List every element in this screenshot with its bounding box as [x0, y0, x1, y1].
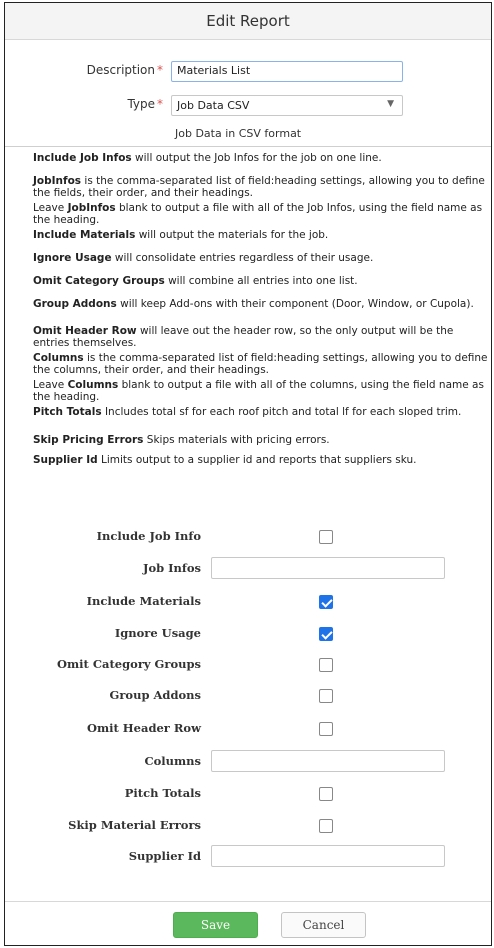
help-term: Ignore Usage — [33, 252, 112, 264]
group-addons-checkbox[interactable] — [319, 689, 333, 703]
help-paragraph: Leave Columns blank to output a file wit… — [33, 379, 484, 403]
help-term: JobInfos — [33, 175, 82, 187]
help-term: Include Job Infos — [33, 152, 132, 164]
help-term: Columns — [33, 352, 84, 364]
include-job-info-label: Include Job Info — [96, 529, 201, 543]
type-label: Type * — [127, 97, 163, 111]
pitch-totals-checkbox[interactable] — [319, 787, 333, 801]
omit-category-groups-label: Omit Category Groups — [57, 657, 201, 671]
skip-material-errors-checkbox[interactable] — [319, 819, 333, 833]
description-label: Description * — [86, 63, 163, 77]
chevron-down-icon: ▼ — [387, 99, 394, 109]
help-paragraph: Omit Category Groups will combine all en… — [33, 275, 358, 287]
save-button[interactable]: Save — [173, 912, 258, 938]
type-select-value: Job Data CSV — [177, 99, 250, 112]
type-description: Job Data in CSV format — [175, 127, 302, 140]
help-paragraph: Include Job Infos will output the Job In… — [33, 152, 382, 164]
help-term: Omit Header Row — [33, 325, 137, 337]
help-paragraph: JobInfos is the comma-separated list of … — [33, 175, 485, 199]
group-addons-label: Group Addons — [109, 688, 201, 702]
job-infos-label: Job Infos — [143, 561, 201, 575]
required-marker: * — [157, 63, 163, 77]
omit-header-row-checkbox[interactable] — [319, 722, 333, 736]
help-term: Group Addons — [33, 298, 117, 310]
help-term: Skip Pricing Errors — [33, 434, 144, 446]
job-infos-input[interactable] — [211, 557, 445, 579]
include-job-info-checkbox[interactable] — [319, 530, 333, 544]
cancel-button[interactable]: Cancel — [281, 912, 366, 938]
dialog-footer: Save Cancel — [5, 901, 491, 945]
divider — [5, 146, 491, 147]
columns-input[interactable] — [211, 750, 445, 772]
help-paragraph: Columns is the comma-separated list of f… — [33, 352, 488, 376]
help-paragraph: Skip Pricing Errors Skips materials with… — [33, 434, 330, 446]
help-term: Pitch Totals — [33, 406, 102, 418]
columns-label: Columns — [144, 754, 201, 768]
help-paragraph: Supplier Id Limits output to a supplier … — [33, 454, 417, 466]
help-paragraph: Pitch Totals Includes total sf for each … — [33, 406, 462, 418]
pitch-totals-label: Pitch Totals — [124, 786, 201, 800]
help-paragraph: Include Materials will output the materi… — [33, 229, 329, 241]
omit-header-row-label: Omit Header Row — [86, 721, 201, 735]
supplier-id-input[interactable] — [211, 845, 445, 867]
edit-report-dialog: Edit Report Description * Materials List … — [4, 2, 492, 946]
ignore-usage-label: Ignore Usage — [114, 626, 201, 640]
ignore-usage-checkbox[interactable] — [319, 627, 333, 641]
help-term: Omit Category Groups — [33, 275, 165, 287]
help-paragraph: Ignore Usage will consolidate entries re… — [33, 252, 374, 264]
help-paragraph: Omit Header Row will leave out the heade… — [33, 325, 454, 349]
required-marker: * — [157, 97, 163, 111]
omit-category-groups-checkbox[interactable] — [319, 658, 333, 672]
help-term: Columns — [67, 379, 119, 391]
dialog-title: Edit Report — [5, 3, 491, 40]
description-input[interactable]: Materials List — [171, 61, 403, 82]
skip-material-errors-label: Skip Material Errors — [68, 818, 201, 832]
help-paragraph: Leave JobInfos blank to output a file wi… — [33, 202, 483, 226]
help-term: Supplier Id — [33, 454, 98, 466]
include-materials-label: Include Materials — [86, 594, 201, 608]
type-select[interactable]: Job Data CSV ▼ — [171, 95, 403, 116]
include-materials-checkbox[interactable] — [319, 595, 333, 609]
supplier-id-label: Supplier Id — [128, 849, 201, 863]
help-paragraph: Group Addons will keep Add-ons with thei… — [33, 298, 474, 310]
help-term: Include Materials — [33, 229, 136, 241]
help-term: JobInfos — [67, 202, 116, 214]
